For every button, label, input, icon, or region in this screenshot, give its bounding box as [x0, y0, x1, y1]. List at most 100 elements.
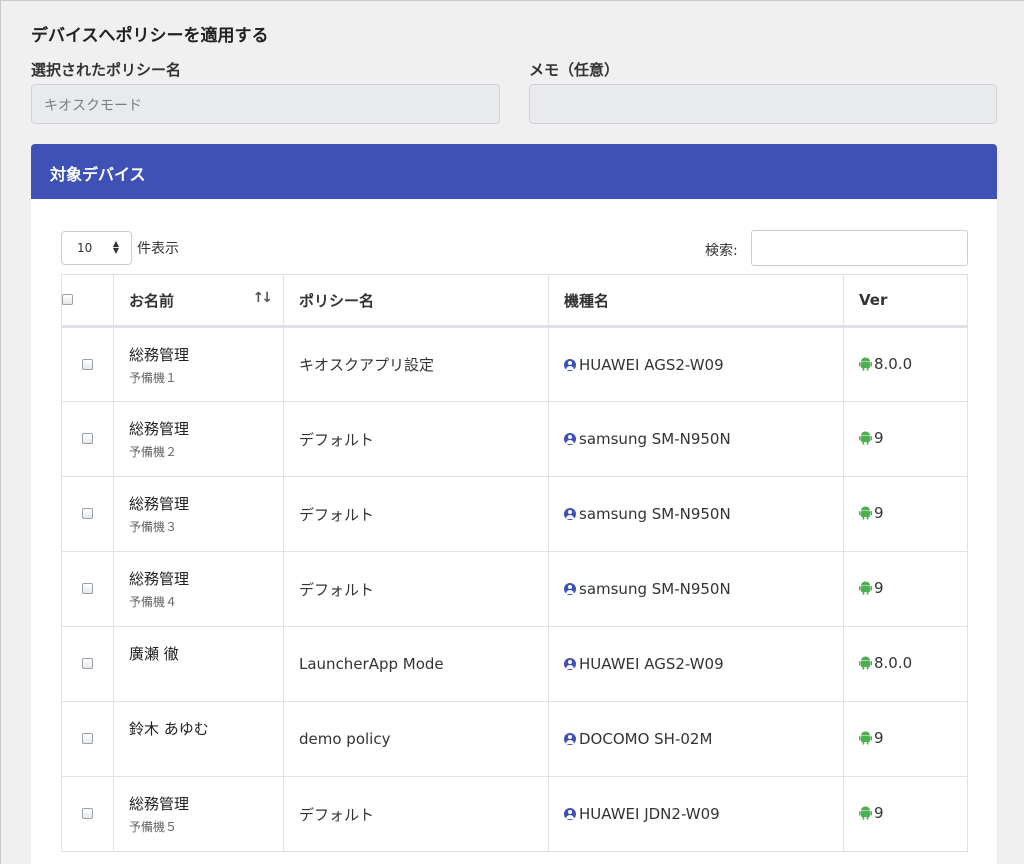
policy-name-field: キオスクモード: [31, 84, 500, 124]
page-title: デバイスへポリシーを適用する: [31, 26, 269, 46]
user-circle-icon: [564, 583, 576, 595]
column-header-model[interactable]: 機種名: [548, 274, 844, 328]
row-checkbox[interactable]: [81, 508, 93, 519]
table-body: 総務管理 予備機１ キオスクアプリ設定 HUAWEI AGS2-W09 8.0.0 総務管…: [61, 326, 968, 852]
version-cell: 8.0.0: [843, 626, 968, 702]
name-cell: 総務管理予備機２: [113, 401, 284, 477]
user-name: 総務管理: [129, 795, 190, 813]
model-name: HUAWEI AGS2-W09: [579, 355, 724, 374]
device-label: 予備機３: [129, 520, 178, 534]
name-cell: 総務管理予備機４: [113, 551, 284, 627]
android-icon: [859, 731, 872, 749]
user-circle-icon: [564, 358, 576, 371]
model-cell: HUAWEI AGS2-W09: [548, 626, 844, 702]
page-length-value: 10: [77, 241, 93, 255]
policy-cell: デフォルト: [283, 476, 549, 552]
model-name: samsung SM-N950N: [579, 505, 731, 523]
search-label: 検索:: [705, 243, 738, 259]
name-cell: 総務管理予備機５: [113, 776, 284, 852]
table-row[interactable]: 鈴木 あゆむ demo policy DOCOMO SH-02M 9: [61, 701, 968, 777]
device-label: 予備機５: [129, 820, 178, 834]
table-row[interactable]: 廣瀬 徹 LauncherApp Mode HUAWEI AGS2-W09 8.0.0: [61, 626, 968, 702]
device-label: 予備機２: [129, 445, 178, 459]
user-circle-icon: [564, 808, 576, 820]
column-name-label: お名前: [129, 291, 175, 310]
os-version: 9: [874, 504, 884, 522]
name-cell: 総務管理 予備機１: [113, 326, 284, 402]
policy-cell: デフォルト: [283, 776, 549, 852]
os-version: 9: [874, 579, 884, 597]
memo-field[interactable]: [529, 84, 997, 124]
row-check-cell: [61, 626, 114, 702]
column-header-name[interactable]: お名前 ↑↓: [113, 274, 284, 328]
model-cell: samsung SM-N950N: [548, 401, 844, 477]
user-circle-icon: [564, 508, 576, 520]
device-label: 予備機４: [129, 595, 178, 609]
devices-table: お名前 ↑↓ ポリシー名 機種名 Ver 総務管理 予備機１ キオスクアプリ設定 HU…: [61, 274, 968, 852]
android-icon: [859, 506, 872, 524]
target-devices-card: 対象デバイス 10 ▲ ▼ 件表示 検索: お名前 ↑↓ ポリシー名 機種名 V…: [31, 144, 997, 864]
card-title: 対象デバイス: [31, 144, 997, 199]
row-check-cell: [61, 326, 114, 402]
row-checkbox[interactable]: [81, 358, 93, 370]
version-cell: 9: [843, 401, 968, 477]
select-all-checkbox[interactable]: [62, 294, 73, 305]
table-row[interactable]: 総務管理 予備機４ デフォルト samsung SM-N950N 9: [61, 551, 968, 627]
page-length-select[interactable]: 10 ▲ ▼: [61, 231, 132, 265]
model-cell: DOCOMO SH-02M: [548, 701, 844, 777]
row-check-cell: [61, 701, 114, 777]
os-version: 9: [874, 804, 884, 822]
os-version: 8.0.0: [874, 354, 913, 373]
user-circle-icon: [564, 658, 576, 670]
model-cell: HUAWEI AGS2-W09: [548, 326, 844, 402]
model-name: DOCOMO SH-02M: [579, 730, 713, 748]
name-cell: 廣瀬 徹: [113, 626, 284, 702]
android-icon: [859, 656, 872, 674]
row-checkbox[interactable]: [81, 433, 93, 444]
android-icon: [859, 581, 872, 599]
os-version: 9: [874, 729, 884, 747]
page-length-label: 件表示: [137, 241, 179, 257]
select-all-cell: [61, 274, 114, 328]
column-header-version[interactable]: Ver: [843, 274, 968, 328]
android-icon: [859, 806, 872, 824]
user-name: 総務管理: [129, 495, 190, 513]
table-row[interactable]: 総務管理 予備機５ デフォルト HUAWEI JDN2-W09 9: [61, 776, 968, 852]
column-header-policy[interactable]: ポリシー名: [283, 274, 549, 328]
policy-cell: LauncherApp Mode: [283, 626, 549, 702]
row-checkbox[interactable]: [81, 808, 93, 819]
user-name: 総務管理: [129, 570, 190, 588]
version-cell: 9: [843, 776, 968, 852]
table-row[interactable]: 総務管理 予備機３ デフォルト samsung SM-N950N 9: [61, 476, 968, 552]
table-row[interactable]: 総務管理 予備機２ デフォルト samsung SM-N950N 9: [61, 401, 968, 477]
row-check-cell: [61, 551, 114, 627]
user-name: 廣瀬 徹: [129, 645, 179, 663]
policy-name-label: 選択されたポリシー名: [31, 61, 182, 79]
search-input[interactable]: [751, 230, 968, 266]
model-name: samsung SM-N950N: [579, 580, 731, 598]
row-checkbox[interactable]: [81, 733, 93, 744]
select-arrows-icon: ▲ ▼: [112, 239, 119, 255]
row-check-cell: [61, 401, 114, 477]
table-header-row: お名前 ↑↓ ポリシー名 機種名 Ver: [61, 274, 968, 328]
name-cell: 総務管理予備機３: [113, 476, 284, 552]
policy-cell: demo policy: [283, 701, 549, 777]
row-check-cell: [61, 476, 114, 552]
android-icon: [859, 357, 872, 375]
version-cell: 9: [843, 701, 968, 777]
android-icon: [859, 431, 872, 449]
version-cell: 9: [843, 551, 968, 627]
model-name: HUAWEI JDN2-W09: [579, 805, 720, 823]
version-cell: 9: [843, 476, 968, 552]
sort-icon[interactable]: ↑↓: [253, 290, 274, 306]
row-checkbox[interactable]: [81, 658, 93, 669]
model-name: samsung SM-N950N: [579, 430, 731, 448]
user-name: 総務管理: [129, 420, 190, 438]
version-cell: 8.0.0: [843, 326, 968, 402]
table-row[interactable]: 総務管理 予備機１ キオスクアプリ設定 HUAWEI AGS2-W09 8.0.0: [61, 326, 968, 402]
model-cell: samsung SM-N950N: [548, 476, 844, 552]
memo-label: メモ（任意）: [529, 61, 620, 79]
user-name: 総務管理: [129, 346, 190, 364]
row-checkbox[interactable]: [81, 583, 93, 594]
policy-cell: デフォルト: [283, 551, 549, 627]
